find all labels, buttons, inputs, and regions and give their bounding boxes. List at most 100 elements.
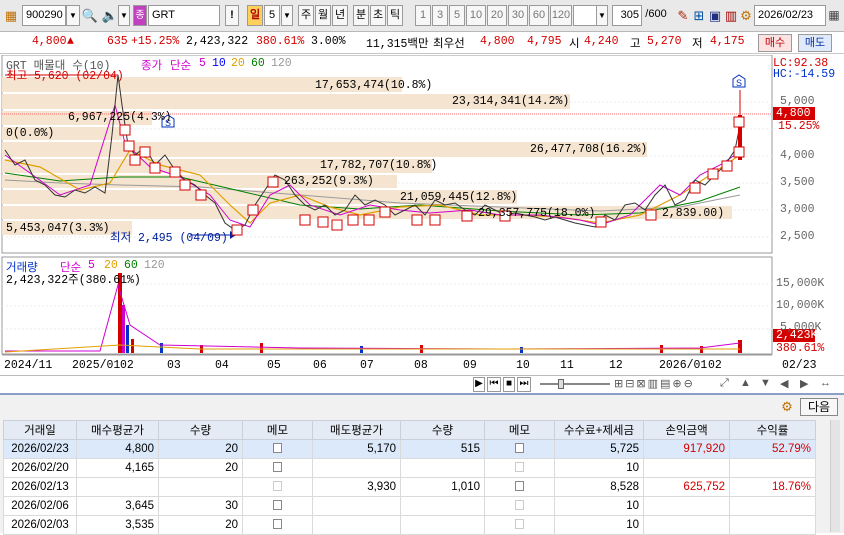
band-label: 6,967,225(4.3%) (68, 111, 172, 124)
interval-10-button[interactable]: 10 (466, 5, 486, 26)
table-scrollbar[interactable] (830, 420, 840, 532)
sell-qty (400, 515, 485, 535)
period-month-button[interactable]: 월 (315, 5, 331, 26)
calendar-icon[interactable]: ▦ (825, 6, 843, 25)
date-field[interactable]: 2026/02/23 (754, 5, 826, 26)
code-dropdown-icon[interactable]: ▼ (66, 5, 80, 26)
stock-code-input[interactable]: 900290 (22, 5, 66, 26)
table-row[interactable]: 2026/02/20 4,165 20 10 (3, 458, 816, 478)
trade-history-panel: ⚙ 다음 거래일 매수평균가 수량 메모 매도평균가 수량 메모 수수료+제세금… (0, 393, 844, 535)
interval-1-button[interactable]: 1 (415, 5, 431, 26)
interval-120-button[interactable]: 120 (550, 5, 572, 26)
up-icon[interactable]: ▲ (740, 377, 758, 392)
trade-date: 2026/02/23 (3, 439, 77, 459)
period-multiplier-field[interactable]: 5 (264, 5, 280, 26)
table-row[interactable]: 2026/02/06 3,645 30 10 (3, 496, 816, 516)
low-label: 저 (692, 38, 703, 51)
expand-icon[interactable]: ⤢ (720, 377, 738, 392)
memo-icon[interactable] (515, 480, 524, 491)
trade-date: 2026/02/20 (3, 458, 77, 478)
sell-avg: 3,930 (312, 477, 401, 497)
stock-name-field[interactable]: GRT (148, 5, 220, 26)
search-icon[interactable]: 🔍 (81, 6, 99, 25)
down-icon[interactable]: ▼ (760, 377, 778, 392)
memo-icon[interactable] (515, 499, 524, 510)
table-settings-icon[interactable]: ⚙ (778, 398, 796, 416)
buy-qty (158, 477, 243, 497)
legend-ma20: 20 (231, 57, 245, 70)
memo-icon[interactable] (515, 442, 524, 453)
buy-button[interactable]: 매수 (758, 34, 792, 52)
count-input[interactable]: 305 (612, 5, 642, 26)
interval-5-button[interactable]: 5 (449, 5, 465, 26)
price-axis-tick: 3,500 (780, 176, 815, 189)
buy-qty: 20 (158, 458, 243, 478)
fit-icon[interactable]: ↔ (820, 377, 838, 392)
price-chart[interactable]: S S GRT 매물대 수(10) 종가 단순 5 10 20 60 120 최… (0, 55, 844, 375)
interval-60-button[interactable]: 60 (529, 5, 549, 26)
buy-avg: 4,800 (76, 439, 159, 459)
table-row[interactable]: 2026/02/03 3,535 20 10 (3, 515, 816, 535)
period-dropdown-icon[interactable]: ▼ (281, 5, 293, 26)
bid-price: 4,795 (527, 35, 562, 48)
yield (729, 458, 816, 478)
price-change: 635 (107, 35, 128, 48)
memo-icon[interactable] (273, 442, 282, 453)
trade-date: 2026/02/13 (3, 477, 77, 497)
chart-tool-icons[interactable]: ⊞⊟⊠▥▤⊕⊖ (614, 377, 695, 390)
hc-value: HC:-14.59 (773, 68, 836, 81)
table-row[interactable]: 2026/02/23 4,800 20 5,170 515 5,725 917,… (3, 439, 816, 459)
prev-icon[interactable]: ▶ (473, 377, 485, 392)
speaker-dropdown-icon[interactable]: ▼ (118, 5, 130, 26)
period-year-button[interactable]: 년 (332, 5, 348, 26)
up-arrow-icon: ▲ (67, 35, 74, 48)
settings-icon[interactable]: ⚙ (737, 6, 755, 25)
left-icon[interactable]: ◀ (780, 377, 798, 392)
col-buy-qty: 수량 (158, 420, 243, 440)
buy-qty: 30 (158, 496, 243, 516)
memo-icon[interactable] (273, 480, 282, 491)
zoom-slider-thumb[interactable] (558, 379, 564, 389)
speaker-icon[interactable]: 🔈 (101, 6, 119, 25)
zoom-slider-track[interactable] (540, 383, 610, 385)
period-tick-button[interactable]: 틱 (387, 5, 403, 26)
alert-button[interactable]: ! (225, 5, 239, 26)
period-minute-button[interactable]: 분 (353, 5, 369, 26)
interval-20-button[interactable]: 20 (487, 5, 507, 26)
menu-icon[interactable]: ▦ (2, 6, 20, 25)
price-axis-tick: 4,000 (780, 149, 815, 162)
volume-tag: 2,423K (776, 329, 818, 342)
price-change-pct: +15.25% (131, 35, 180, 48)
rewind-icon[interactable]: ⏮ (487, 377, 501, 392)
interval-30-button[interactable]: 30 (508, 5, 528, 26)
table-row[interactable]: 2026/02/13 3,930 1,010 8,528 625,752 18.… (3, 477, 816, 497)
memo-icon[interactable] (273, 461, 282, 472)
current-pct-tag: 15.25% (778, 120, 820, 133)
date-axis-label: 07 (360, 359, 374, 372)
next-button[interactable]: 다음 (800, 398, 838, 416)
period-second-button[interactable]: 초 (370, 5, 386, 26)
fee: 10 (554, 515, 644, 535)
col-pnl: 손익금액 (643, 420, 730, 440)
yield: 52.79% (729, 439, 816, 459)
date-axis-label: 10 (516, 359, 530, 372)
buy-avg: 3,645 (76, 496, 159, 516)
interval-dropdown-icon[interactable]: ▼ (596, 5, 608, 26)
sell-button[interactable]: 매도 (798, 34, 832, 52)
memo-icon[interactable] (515, 461, 524, 472)
memo-icon[interactable] (515, 518, 524, 529)
stop-icon[interactable]: ■ (503, 377, 515, 392)
period-week-button[interactable]: 주 (298, 5, 314, 26)
volume: 2,423,322 (186, 35, 249, 48)
band-label: 5,453,047(3.3%) (6, 222, 110, 235)
forward-icon[interactable]: ⏭ (517, 377, 531, 392)
date-axis-label: 08 (414, 359, 428, 372)
period-day-button[interactable]: 일 (247, 5, 263, 26)
right-icon[interactable]: ▶ (800, 377, 818, 392)
sell-qty: 515 (400, 439, 485, 459)
memo-icon[interactable] (273, 499, 282, 510)
volume-value: 2,423,322주(380.61%) (6, 274, 141, 287)
interval-3-button[interactable]: 3 (432, 5, 448, 26)
memo-icon[interactable] (273, 518, 282, 529)
col-sell-memo: 메모 (484, 420, 555, 440)
